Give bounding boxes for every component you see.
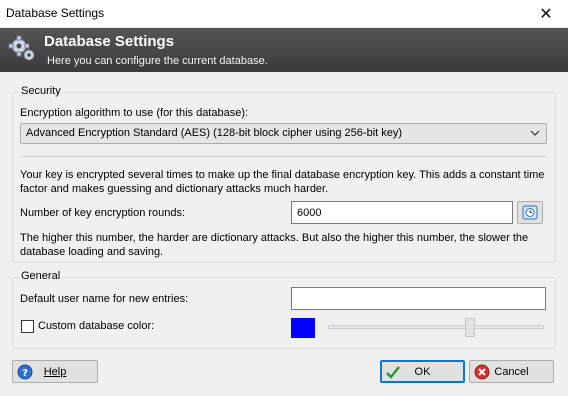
- cancel-label: Cancel: [494, 366, 529, 378]
- banner-subtitle: Here you can configure the current datab…: [47, 55, 268, 67]
- custom-color-checkbox[interactable]: [21, 320, 34, 333]
- window-title: Database Settings: [6, 6, 105, 20]
- cancel-button[interactable]: Cancel: [469, 360, 554, 383]
- username-label: Default user name for new entries:: [20, 293, 189, 305]
- algorithm-value: Advanced Encryption Standard (AES) (128-…: [26, 127, 403, 139]
- encryption-info-text: Your key is encrypted several times to m…: [20, 169, 545, 195]
- general-legend: General: [19, 270, 63, 282]
- separator: [20, 156, 547, 157]
- compute-rounds-button[interactable]: [517, 201, 543, 224]
- default-username-input[interactable]: [291, 287, 546, 310]
- rounds-note-text: The higher this number, the harder are d…: [20, 232, 529, 258]
- close-button[interactable]: ✕: [524, 0, 568, 28]
- rounds-label: Number of key encryption rounds:: [20, 207, 186, 219]
- chevron-down-icon: [530, 130, 540, 136]
- algorithm-label: Encryption algorithm to use (for this da…: [20, 107, 249, 119]
- help-button[interactable]: ? Help: [12, 360, 98, 383]
- ok-button[interactable]: OK: [380, 360, 465, 383]
- header-banner: Database Settings Here you can configure…: [0, 28, 568, 72]
- banner-title: Database Settings: [44, 33, 175, 50]
- color-slider-thumb[interactable]: [465, 318, 475, 337]
- close-icon: ✕: [539, 6, 553, 23]
- color-slider-track[interactable]: [328, 325, 544, 329]
- rounds-input[interactable]: 6000: [291, 201, 513, 224]
- custom-color-label[interactable]: Custom database color:: [38, 320, 154, 332]
- color-swatch[interactable]: [291, 318, 315, 338]
- rounds-value: 6000: [297, 207, 322, 219]
- help-label: Help: [43, 366, 67, 378]
- ok-label: OK: [414, 366, 431, 378]
- clock-icon: [522, 205, 538, 220]
- algorithm-select[interactable]: Advanced Encryption Standard (AES) (128-…: [20, 123, 547, 144]
- security-legend: Security: [19, 85, 63, 97]
- title-bar: Database Settings ✕: [0, 0, 568, 28]
- gear-icon: [8, 35, 35, 61]
